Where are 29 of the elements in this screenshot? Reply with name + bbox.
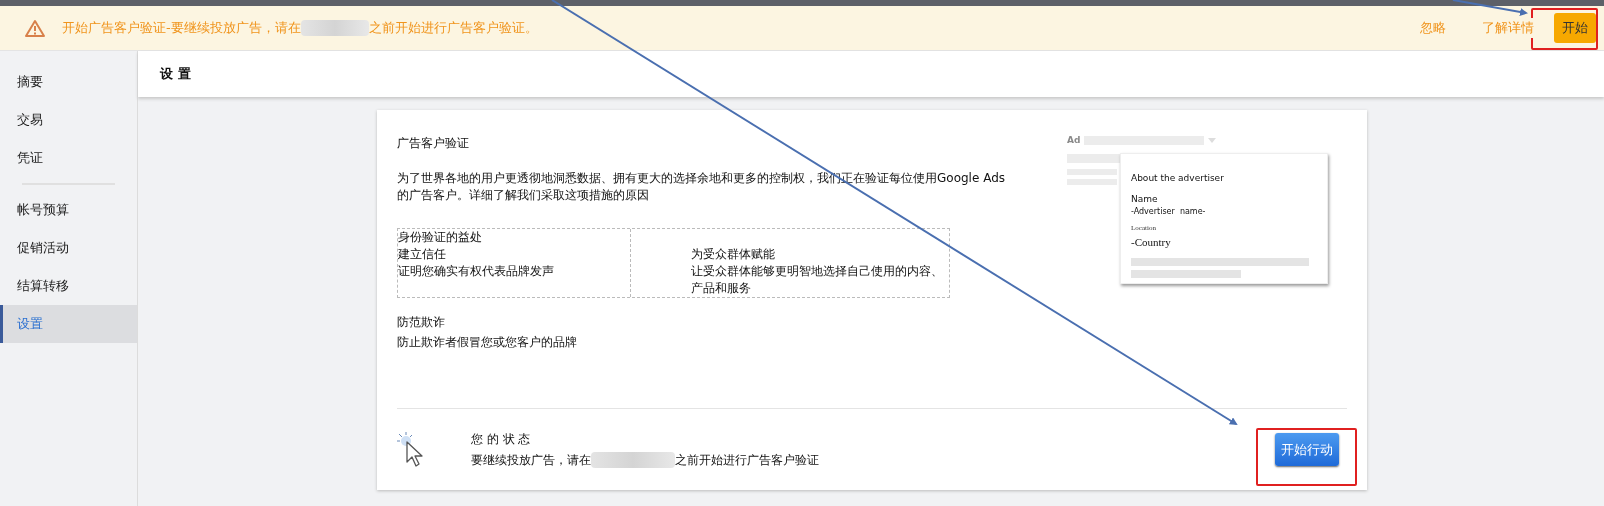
popup-title: About the advertiser — [1131, 172, 1225, 185]
status-title: 您 的 状 态 — [471, 431, 532, 448]
start-button[interactable]: 开始 — [1554, 13, 1596, 43]
start-action-button[interactable]: 开始行动 — [1275, 432, 1339, 467]
banner-message: 开始广告客户验证-要继续投放广告，请在 之前开始进行广告客户验证。 — [62, 19, 538, 38]
benefit-text: 证明您确实有权代表品牌发声 — [398, 263, 555, 280]
sidebar-item[interactable]: 凭证 — [0, 139, 137, 177]
name-value: -Advertiser name- — [1131, 206, 1207, 218]
location-value: -Country — [1131, 234, 1172, 250]
sidebar-item[interactable]: 帐号预算 — [0, 191, 137, 229]
fraud-text: 防止欺诈者假冒您或您客户的品牌 — [397, 334, 578, 351]
warning-icon — [24, 18, 46, 38]
sidebar-item[interactable]: 设置 — [0, 305, 137, 343]
fraud-title: 防范欺诈 — [397, 314, 446, 331]
sidebar-item[interactable]: 交易 — [0, 101, 137, 139]
blurred-date — [300, 20, 369, 36]
benefit-title: 为受众群体赋能 — [691, 246, 776, 263]
ad-label: Ad — [1067, 134, 1081, 147]
name-label: Name — [1131, 192, 1159, 206]
dropdown-icon — [1208, 138, 1217, 144]
benefit-text: 让受众群体能够更明智地选择自己使用的内容、产品和服务 — [691, 263, 944, 297]
sidebar-item[interactable]: 促销活动 — [0, 229, 137, 267]
benefits-title: 身份验证的益处 — [398, 229, 483, 246]
page-title: 设 置 — [160, 65, 191, 84]
status-text: 要继续投放广告，请在 之前开始进行广告客户验证 — [471, 451, 819, 469]
benefit-title: 建立信任 — [398, 246, 447, 263]
card-title: 广告客户验证 — [397, 135, 470, 152]
sidebar-item[interactable]: 摘要 — [0, 63, 137, 101]
sidebar-item[interactable]: 结算转移 — [0, 267, 137, 305]
